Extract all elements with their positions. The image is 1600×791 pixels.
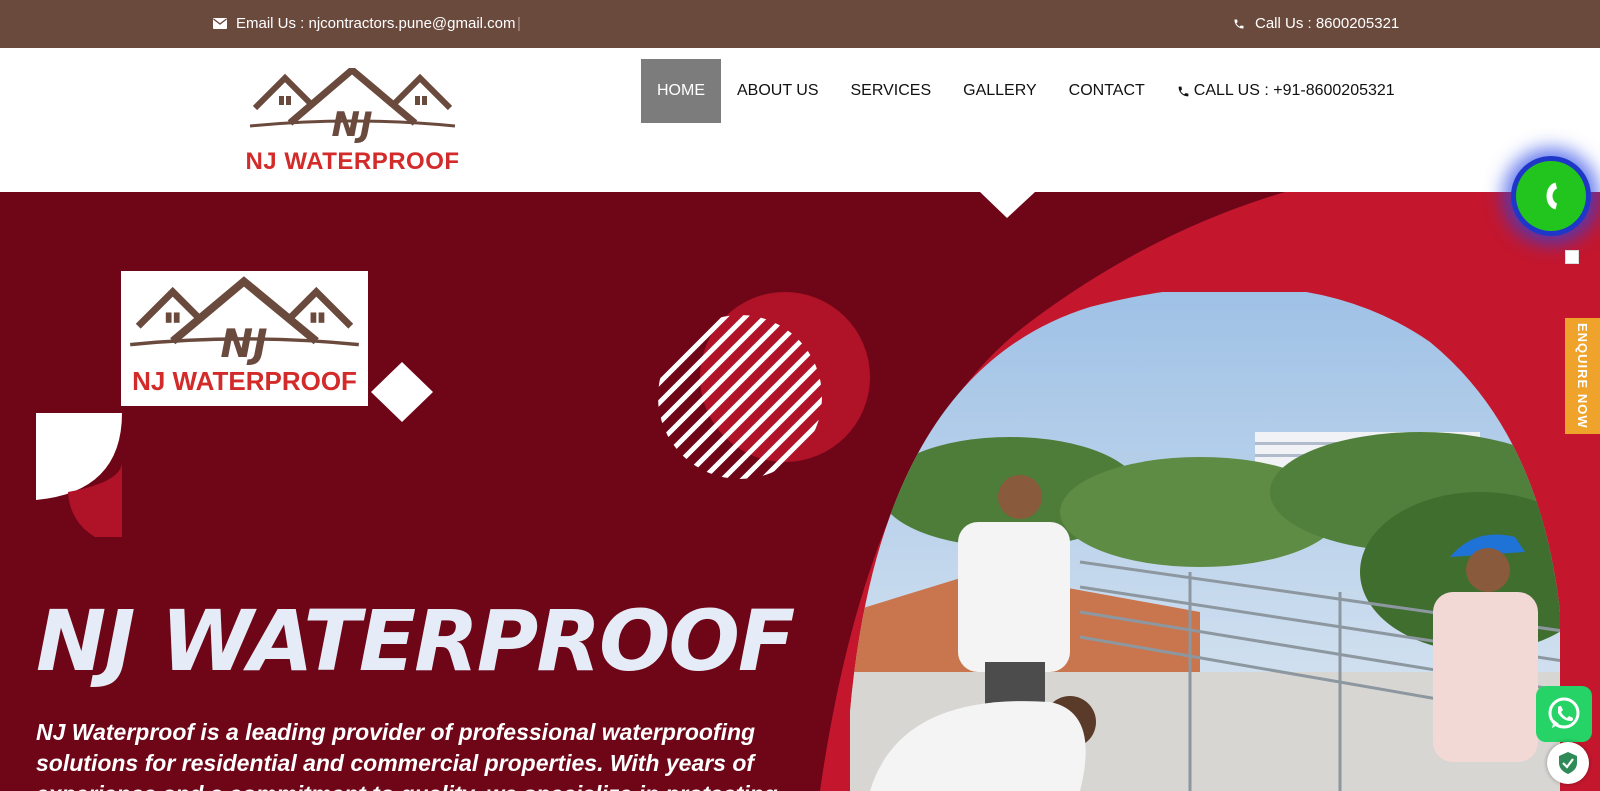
nav-services-label: SERVICES: [850, 82, 932, 99]
nav-services[interactable]: SERVICES: [835, 59, 948, 123]
hero-description: NJ Waterproof is a leading provider of p…: [36, 719, 778, 791]
top-email-link[interactable]: Email Us : njcontractors.pune@gmail.com: [213, 15, 516, 32]
nav-gallery[interactable]: GALLERY: [947, 59, 1053, 123]
floating-call-button[interactable]: [1511, 156, 1591, 236]
scroll-indicator[interactable]: [1565, 250, 1579, 264]
nav-call-label: CALL US : +91-8600205321: [1193, 82, 1395, 99]
svg-text:NJ: NJ: [220, 322, 267, 367]
shield-check-icon: [1559, 752, 1577, 774]
hero-title: NJ WATERPROOF: [36, 592, 795, 690]
nav-contact-label: CONTACT: [1068, 82, 1145, 99]
phone-icon: [1234, 19, 1244, 28]
hero-logo-text: NJ WATERPROOF: [132, 366, 357, 396]
nav-home-label: HOME: [657, 82, 705, 99]
header: NJ NJ WATERPROOF HOME ABOUT US SERVICES …: [0, 48, 1600, 192]
whatsapp-icon: [1548, 697, 1580, 729]
top-call-text: Call Us : 8600205321: [1255, 15, 1400, 32]
house-logo-icon: NJ: [249, 68, 456, 145]
logo-text: NJ WATERPROOF: [245, 148, 460, 175]
nav-gallery-label: GALLERY: [963, 82, 1037, 99]
top-separator: |: [517, 15, 521, 32]
security-badge[interactable]: [1547, 742, 1589, 784]
top-email-text: Email Us : njcontractors.pune@gmail.com: [236, 15, 516, 32]
whatsapp-button[interactable]: [1536, 686, 1592, 742]
page: Email Us : njcontractors.pune@gmail.com …: [0, 0, 1600, 791]
svg-text:NJ: NJ: [331, 105, 372, 145]
enquire-now-tab[interactable]: ENQUIRE NOW: [1565, 318, 1600, 434]
top-call-link[interactable]: Call Us : 8600205321: [1233, 15, 1399, 32]
site-logo[interactable]: NJ NJ WATERPROOF: [245, 68, 460, 178]
nav-about-us[interactable]: ABOUT US: [721, 59, 835, 123]
nav-contact[interactable]: CONTACT: [1053, 59, 1161, 123]
phone-icon: [1178, 86, 1189, 96]
phone-icon: [1516, 161, 1586, 231]
nav-call-us[interactable]: CALL US : +91-8600205321: [1161, 59, 1411, 123]
nav-about-label: ABOUT US: [737, 82, 819, 99]
nav-home[interactable]: HOME: [641, 59, 721, 123]
top-bar: Email Us : njcontractors.pune@gmail.com …: [0, 0, 1600, 48]
hero-banner: NJ NJ WATERPROOF NJ WATERPROOF NJ Waterp…: [0, 192, 1600, 791]
hero-logo: NJ NJ WATERPROOF: [121, 271, 368, 406]
envelope-icon: [213, 18, 227, 29]
house-logo-icon: NJ: [130, 276, 359, 367]
main-nav: HOME ABOUT US SERVICES GALLERY CONTACT C…: [641, 59, 1411, 123]
enquire-label: ENQUIRE NOW: [1575, 323, 1590, 429]
